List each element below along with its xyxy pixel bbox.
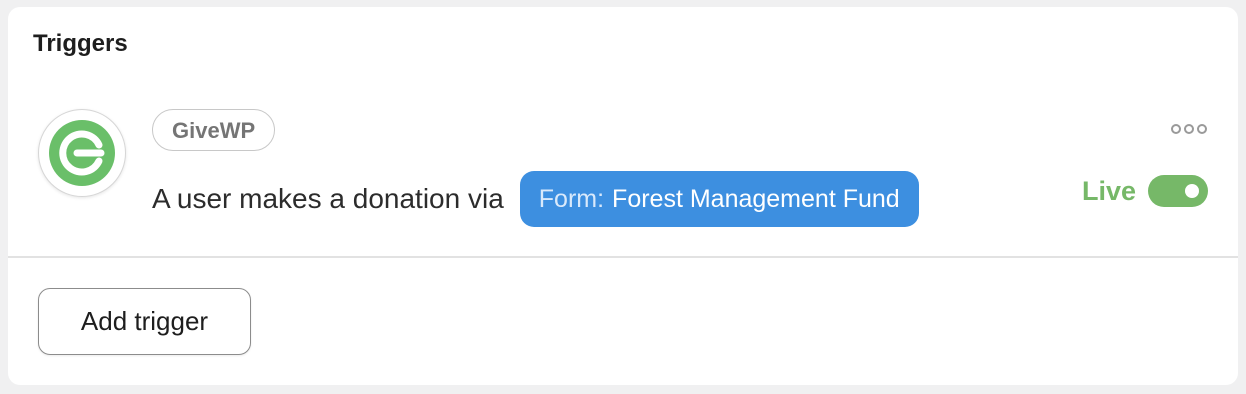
live-toggle[interactable] bbox=[1148, 175, 1208, 207]
givewp-logo-icon bbox=[49, 120, 115, 186]
live-status: Live bbox=[1082, 173, 1208, 209]
form-prefix-label: Form: bbox=[538, 184, 605, 213]
toggle-knob bbox=[1185, 184, 1199, 198]
trigger-sentence: A user makes a donation via Form: Forest… bbox=[152, 171, 919, 227]
trigger-item: GiveWP A user makes a donation via Form:… bbox=[8, 87, 1238, 257]
integration-badge: GiveWP bbox=[152, 109, 276, 151]
live-status-label: Live bbox=[1081, 175, 1136, 206]
form-name: Forest Management Fund bbox=[612, 184, 900, 213]
trigger-description: A user makes a donation via bbox=[152, 183, 504, 214]
integration-avatar bbox=[38, 109, 126, 197]
section-title: Triggers bbox=[33, 30, 128, 57]
divider bbox=[8, 256, 1238, 258]
add-trigger-button[interactable]: Add trigger bbox=[38, 288, 251, 355]
triggers-card: Triggers GiveWP A user makes a donation … bbox=[8, 7, 1238, 385]
ellipsis-icon[interactable] bbox=[1171, 124, 1207, 134]
form-selector-pill[interactable]: Form: Forest Management Fund bbox=[519, 171, 919, 227]
